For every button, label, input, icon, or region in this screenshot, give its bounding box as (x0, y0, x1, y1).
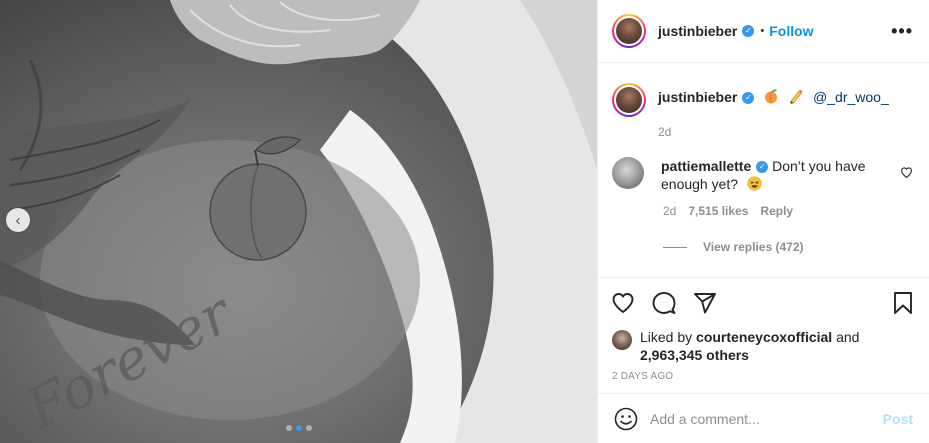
comments-section: justinbieber ✓ @_dr_woo_ 2d pattiemallet… (598, 63, 929, 278)
caption-author-avatar[interactable] (612, 83, 646, 117)
post-header: justinbieber ✓ • Follow ••• (598, 0, 929, 63)
caption-text: justinbieber ✓ @_dr_woo_ (658, 83, 889, 117)
post-actions (598, 278, 929, 328)
likes-text: Liked by courteneycoxofficial and 2,963,… (640, 328, 859, 364)
verified-badge-icon: ✓ (756, 161, 769, 174)
post-date[interactable]: 2 DAYS AGO (598, 371, 929, 391)
header-separator: • (760, 25, 765, 37)
carousel-dot (286, 425, 292, 431)
comment-likes[interactable]: 7,515 likes (688, 204, 748, 218)
tired-face-emoji-icon (747, 176, 762, 191)
pencil-emoji-icon (790, 89, 803, 104)
caption-username[interactable]: justinbieber (658, 89, 737, 105)
reply-button[interactable]: Reply (760, 204, 793, 218)
like-comment-heart-icon[interactable] (900, 166, 913, 179)
tattoo-photo-image: Forever (0, 0, 597, 443)
add-comment-bar: Post (598, 393, 929, 443)
likes-summary: Liked by courteneycoxofficial and 2,963,… (598, 328, 929, 364)
liker-avatar[interactable] (612, 330, 632, 350)
commenter-username[interactable]: pattiemallette (661, 158, 751, 174)
verified-badge-icon: ✓ (742, 92, 755, 105)
post-comment-button[interactable]: Post (883, 411, 913, 427)
comment-time: 2d (663, 204, 677, 218)
comment-bubble-icon[interactable] (652, 291, 676, 315)
mention-link[interactable]: @_dr_woo_ (813, 89, 889, 105)
view-replies-button[interactable]: View replies (472) (663, 240, 913, 254)
comment-item: pattiemallette ✓ Don’t you have enough ye… (612, 157, 913, 193)
comment-input[interactable] (650, 410, 870, 427)
replies-divider (663, 246, 687, 248)
author-avatar[interactable] (612, 14, 646, 48)
likes-prefix: Liked by (640, 329, 693, 345)
emoji-smiley-icon[interactable] (614, 407, 638, 431)
view-replies-label: View replies (472) (703, 240, 804, 254)
comment-text: pattiemallette ✓ Don’t you have enough ye… (661, 157, 881, 193)
instagram-post: Forever ‹ justinbieber ✓ • Follow ••• ju… (0, 0, 929, 443)
post-photo[interactable]: Forever ‹ (0, 0, 597, 443)
follow-button[interactable]: Follow (769, 23, 813, 39)
likes-and: and (836, 329, 860, 345)
like-heart-icon[interactable] (611, 291, 635, 315)
save-bookmark-icon[interactable] (891, 291, 915, 315)
verified-badge-icon: ✓ (742, 25, 755, 37)
carousel-prev-button[interactable]: ‹ (6, 208, 30, 232)
likes-count[interactable]: 2,963,345 others (640, 347, 749, 363)
more-options-icon[interactable]: ••• (891, 22, 913, 40)
comment-meta: 2d 7,515 likes Reply (663, 204, 913, 218)
carousel-dot (306, 425, 312, 431)
commenter-avatar[interactable] (612, 157, 644, 189)
author-username[interactable]: justinbieber (658, 23, 737, 39)
caption-time: 2d (658, 125, 672, 139)
carousel-indicator (286, 425, 312, 431)
liker-username[interactable]: courteneycoxofficial (696, 329, 832, 345)
carousel-dot-active (296, 425, 302, 431)
chevron-left-icon: ‹ (15, 211, 21, 229)
share-send-icon[interactable] (693, 291, 717, 315)
post-side-panel: justinbieber ✓ • Follow ••• justinbieber… (597, 0, 929, 443)
caption: justinbieber ✓ @_dr_woo_ (612, 83, 913, 117)
peach-emoji-icon (765, 89, 778, 104)
